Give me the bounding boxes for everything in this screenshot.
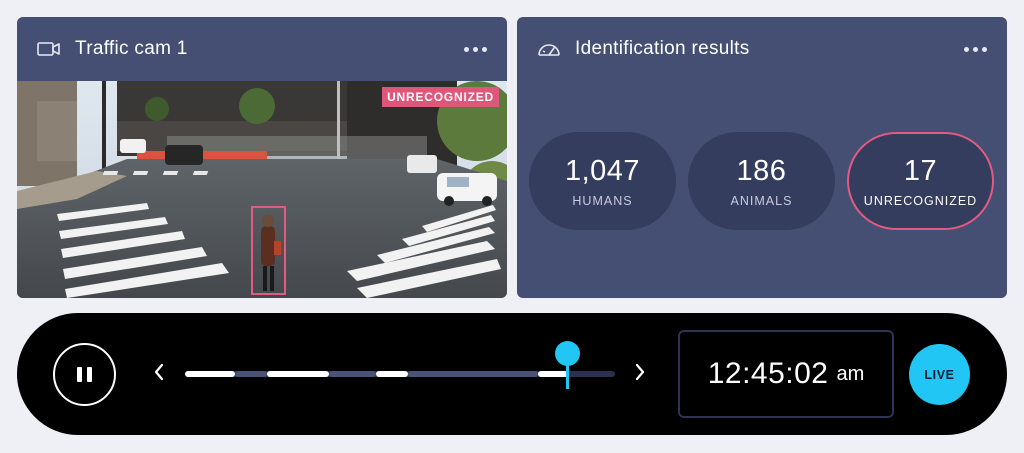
timeline-segment (267, 371, 329, 377)
pause-icon (77, 367, 82, 382)
live-button[interactable]: LIVE (909, 344, 970, 405)
camera-panel-header: Traffic cam 1 (17, 17, 507, 81)
timeline-segment (538, 371, 568, 377)
detection-bounding-box[interactable] (251, 206, 286, 295)
more-horizontal-icon[interactable] (464, 41, 487, 58)
timeline-gap (235, 371, 267, 377)
stat-humans[interactable]: 1,047 HUMANS (529, 132, 676, 230)
timeline-gap (408, 371, 538, 377)
time-display: 12:45:02 am (678, 330, 894, 418)
stat-unrecognized[interactable]: 17 UNRECOGNIZED (847, 132, 994, 230)
stat-value: 186 (736, 154, 787, 187)
stat-animals[interactable]: 186 ANIMALS (688, 132, 835, 230)
stat-label: UNRECOGNIZED (863, 193, 978, 208)
more-horizontal-icon[interactable] (964, 41, 987, 58)
timeline-segment (185, 371, 235, 377)
time-ampm: am (836, 362, 865, 385)
pause-button[interactable] (53, 343, 116, 406)
unrecognized-tag: UNRECOGNIZED (382, 87, 499, 107)
gauge-icon (537, 37, 561, 61)
stat-value: 1,047 (564, 154, 641, 187)
chevron-right-icon[interactable] (634, 362, 646, 387)
camera-feed[interactable]: UNRECOGNIZED (17, 81, 507, 298)
time-value: 12:45:02 (707, 357, 829, 390)
identification-panel-header: Identification results (517, 17, 1007, 81)
stat-value: 17 (903, 154, 938, 187)
identification-panel: Identification results 1,047 HUMANS 186 … (517, 17, 1007, 298)
stat-label: ANIMALS (730, 193, 793, 208)
playhead-handle[interactable] (555, 341, 581, 366)
timeline-track[interactable] (185, 371, 615, 377)
camera-title: Traffic cam 1 (75, 38, 188, 59)
timeline-gap (329, 371, 376, 377)
video-camera-icon (37, 37, 61, 61)
camera-panel: Traffic cam 1 UNRECOGNIZED (17, 17, 507, 298)
stats-row: 1,047 HUMANS 186 ANIMALS 17 UNRECOGNIZED (529, 132, 994, 230)
stat-label: HUMANS (572, 193, 633, 208)
identification-title: Identification results (575, 38, 750, 59)
timeline-segment (376, 371, 408, 377)
playback-bar: 12:45:02 am LIVE (17, 313, 1007, 435)
chevron-left-icon[interactable] (153, 362, 165, 387)
